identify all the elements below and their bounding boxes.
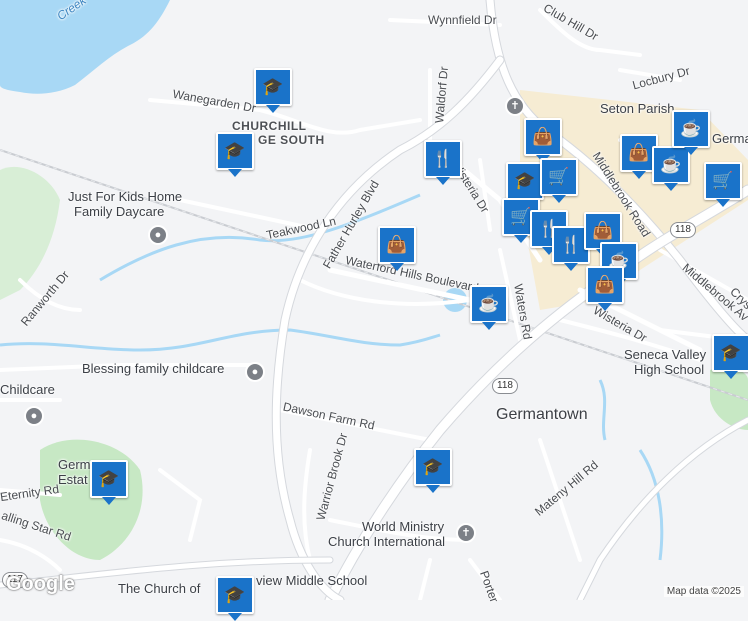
school-pin-icon-7[interactable]: 🎓 xyxy=(216,576,254,621)
seneca-valley-label-2: High School xyxy=(634,362,705,377)
school-pin-icon-4[interactable]: 🎓 xyxy=(712,334,748,379)
church-cross-icon[interactable]: ✝ xyxy=(505,96,525,116)
grocery-pin-icon[interactable]: 🛒 xyxy=(540,158,578,203)
middle-school-label: view Middle School xyxy=(256,573,368,588)
shopping-pin-icon-2[interactable]: 👜 xyxy=(524,118,562,163)
shopping-pin-icon-4[interactable]: 👜 xyxy=(586,266,624,311)
seneca-valley-label: Seneca Valley xyxy=(624,347,707,362)
restaurant-pin-icon[interactable]: 🍴 xyxy=(424,140,462,185)
school-pin-icon[interactable]: 🎓 xyxy=(254,68,292,113)
school-pin-icon-6[interactable]: 🎓 xyxy=(414,448,452,493)
seton-parish-label: Seton Parish xyxy=(600,101,675,116)
childcare-dot-icon-2[interactable]: ● xyxy=(24,406,44,426)
world-ministry-label-2: Church International xyxy=(328,534,446,549)
germantown-edge-label: Germant xyxy=(712,131,748,146)
school-pin-icon-3[interactable]: 🎓 xyxy=(506,162,544,207)
cafe-pin-icon-4[interactable]: ☕ xyxy=(672,110,710,155)
cafe-pin-icon[interactable]: ☕ xyxy=(470,285,508,330)
route-118-shield-2: 118 xyxy=(492,378,518,394)
school-pin-icon-2[interactable]: 🎓 xyxy=(216,132,254,177)
church-cross-icon-2[interactable]: ✝ xyxy=(456,523,476,543)
wynnfield-dr-label: Wynnfield Dr xyxy=(428,13,497,27)
shopping-bag-pin-icon[interactable]: 👜 xyxy=(378,226,416,271)
just-for-kids-label-2: Family Daycare xyxy=(74,204,165,219)
childcare-dot-icon[interactable]: ● xyxy=(245,362,265,382)
grocery-pin-icon-3[interactable]: 🛒 xyxy=(704,162,742,207)
childcare-label: Childcare xyxy=(0,382,55,397)
blessing-childcare-label: Blessing family childcare xyxy=(82,361,225,376)
route-118-shield: 118 xyxy=(670,222,696,238)
google-logo: Google xyxy=(6,573,75,595)
daycare-dot-icon[interactable]: ● xyxy=(148,225,168,245)
germantown-label: Germantown xyxy=(496,406,588,423)
map-data-attribution[interactable]: Map data ©2025 xyxy=(663,586,744,597)
just-for-kids-label: Just For Kids Home xyxy=(68,189,183,204)
churchill-label-2: GE SOUTH xyxy=(258,133,325,147)
church-of-label: The Church of xyxy=(118,581,201,596)
world-ministry-label: World Ministry xyxy=(362,519,445,534)
school-pin-icon-5[interactable]: 🎓 xyxy=(90,460,128,505)
